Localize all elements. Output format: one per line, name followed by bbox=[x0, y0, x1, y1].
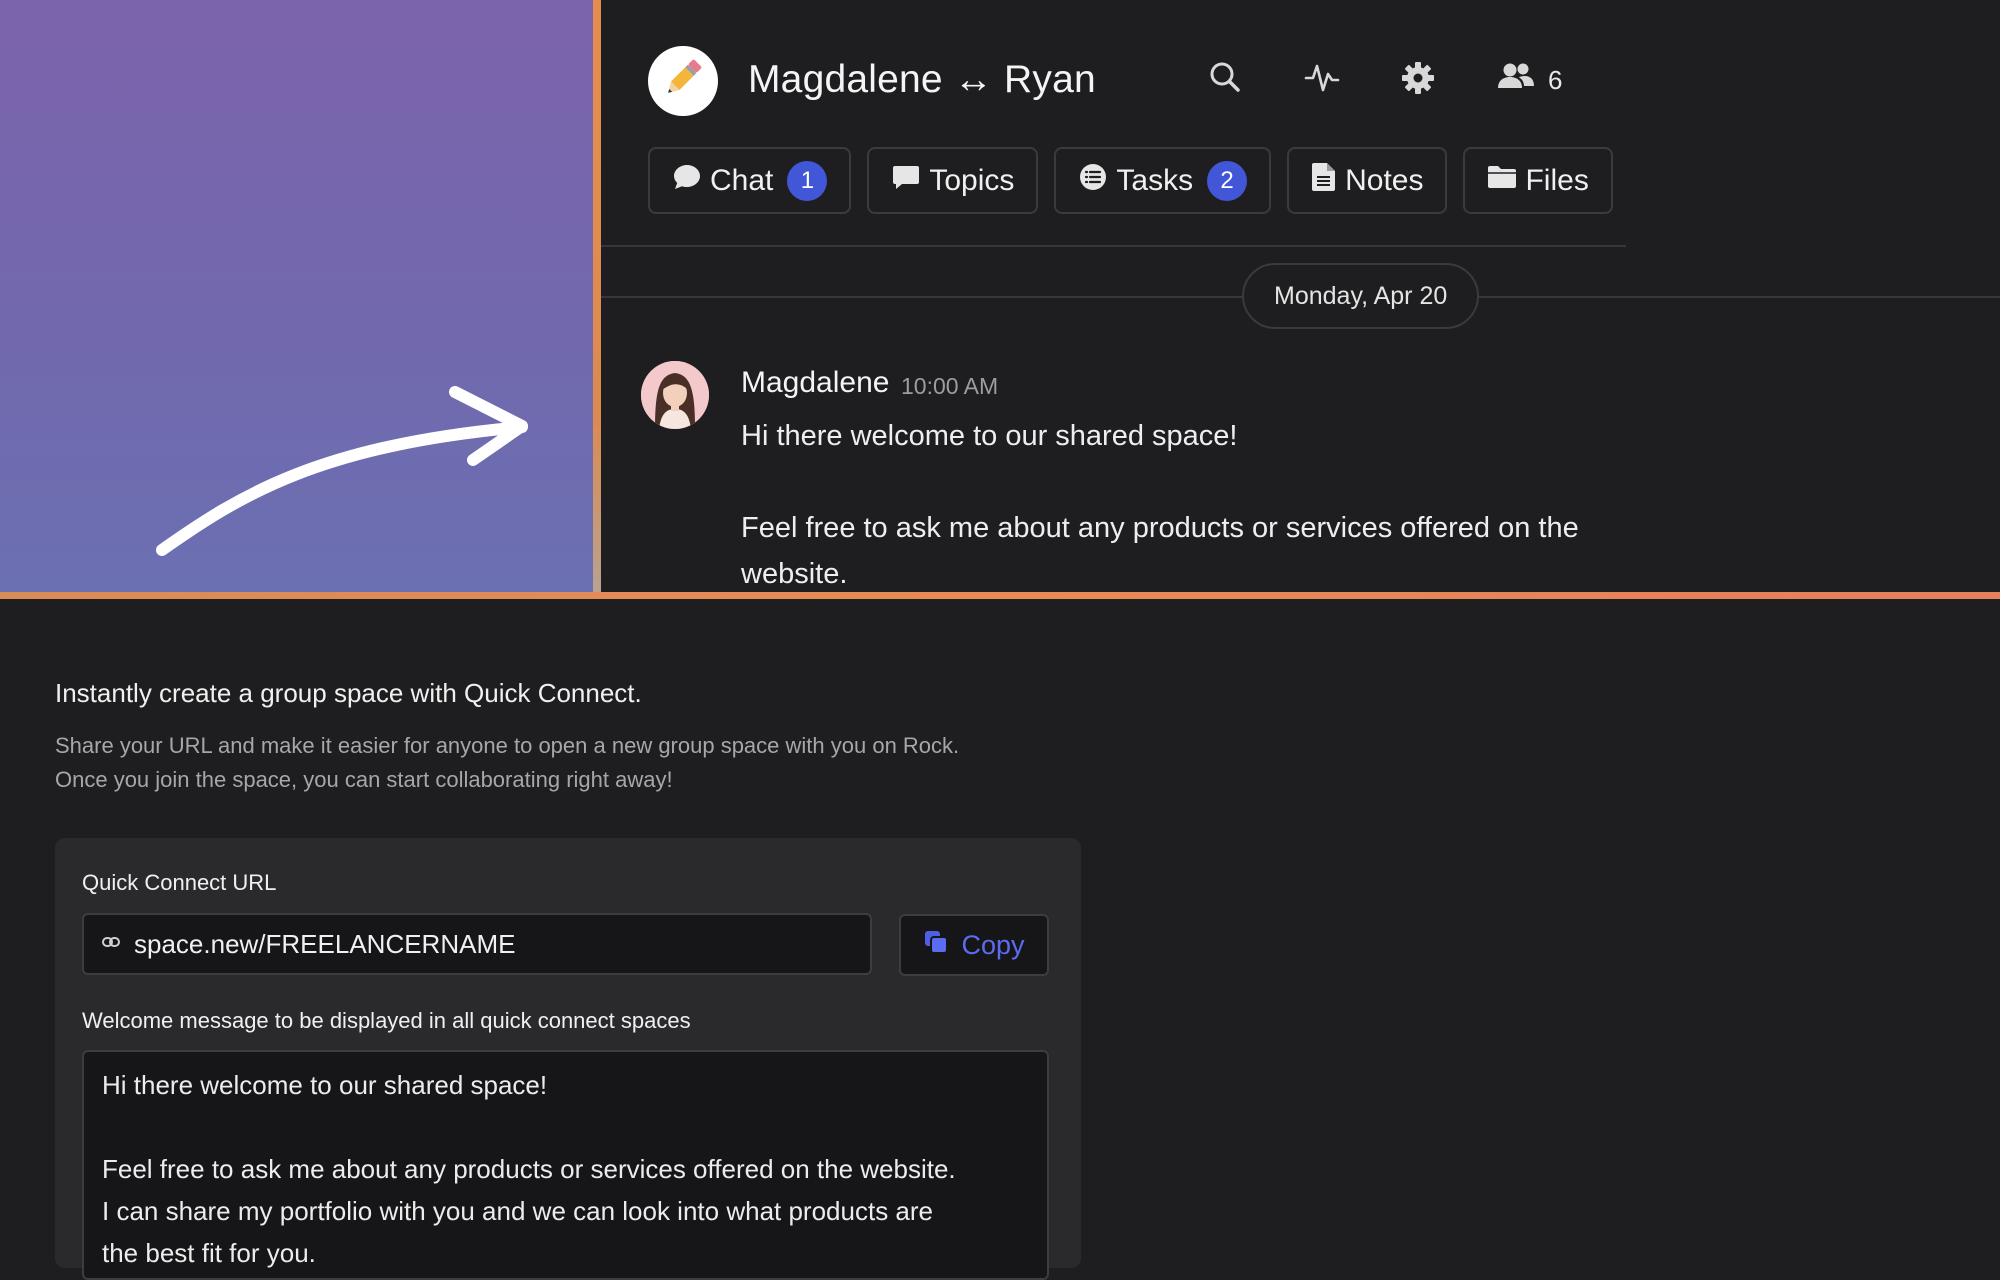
activity-icon[interactable] bbox=[1304, 60, 1340, 99]
message-body: Hi there welcome to our shared space! Fe… bbox=[741, 420, 1579, 590]
tab-files-label: Files bbox=[1525, 163, 1589, 197]
gear-icon[interactable] bbox=[1400, 60, 1436, 101]
search-icon[interactable] bbox=[1208, 60, 1242, 99]
welcome-message-label: Welcome message to be displayed in all q… bbox=[82, 1008, 691, 1033]
space-tabs: Chat 1 Topics Tasks 2 Notes Files bbox=[648, 147, 1613, 214]
link-icon bbox=[102, 935, 120, 953]
message-time: 10:00 AM bbox=[901, 373, 999, 399]
copy-button[interactable]: Copy bbox=[899, 914, 1049, 976]
tab-topics-label: Topics bbox=[929, 163, 1015, 197]
tab-tasks-label: Tasks bbox=[1116, 163, 1194, 197]
tab-files[interactable]: Files bbox=[1463, 147, 1613, 214]
arrow-illustration-icon bbox=[156, 386, 528, 556]
quick-connect-title: Instantly create a group space with Quic… bbox=[55, 678, 642, 708]
quick-connect-description: Share your URL and make it easier for an… bbox=[55, 733, 960, 792]
task-list-icon bbox=[1078, 162, 1108, 200]
url-input[interactable] bbox=[134, 928, 834, 960]
tasks-count-badge: 2 bbox=[1207, 160, 1248, 201]
pencil-icon bbox=[660, 55, 706, 108]
space-preview: Magdalene ↔ Ryan 6 Chat 1 Topics Tasks 2… bbox=[601, 0, 2000, 592]
topic-bubble-icon bbox=[891, 162, 921, 200]
tabs-divider bbox=[601, 245, 1626, 247]
space-avatar[interactable] bbox=[648, 46, 718, 116]
folder-icon bbox=[1487, 164, 1517, 198]
members-count: 6 bbox=[1548, 65, 1563, 95]
preview-divider-vertical bbox=[593, 0, 601, 597]
preview-divider-horizontal bbox=[0, 592, 2000, 599]
url-field[interactable] bbox=[82, 913, 872, 975]
avatar[interactable] bbox=[641, 361, 709, 429]
space-title: Magdalene ↔ Ryan bbox=[748, 58, 1096, 101]
chat-unread-badge: 1 bbox=[787, 160, 828, 201]
message-author: Magdalene bbox=[741, 366, 890, 399]
members-icon[interactable] bbox=[1497, 60, 1535, 99]
tab-chat[interactable]: Chat 1 bbox=[648, 147, 852, 214]
note-file-icon bbox=[1311, 162, 1337, 200]
welcome-message-textarea[interactable]: Hi there welcome to our shared space! Fe… bbox=[82, 1050, 1049, 1280]
url-label: Quick Connect URL bbox=[82, 870, 277, 895]
tab-topics[interactable]: Topics bbox=[867, 147, 1039, 214]
chat-bubble-icon bbox=[672, 162, 702, 200]
copy-icon bbox=[923, 929, 949, 962]
copy-button-label: Copy bbox=[961, 929, 1025, 960]
tab-notes-label: Notes bbox=[1345, 163, 1424, 197]
tab-tasks[interactable]: Tasks 2 bbox=[1054, 147, 1272, 214]
tab-chat-label: Chat bbox=[710, 163, 774, 197]
tab-notes[interactable]: Notes bbox=[1287, 147, 1448, 214]
date-divider: Monday, Apr 20 bbox=[1242, 263, 1480, 329]
